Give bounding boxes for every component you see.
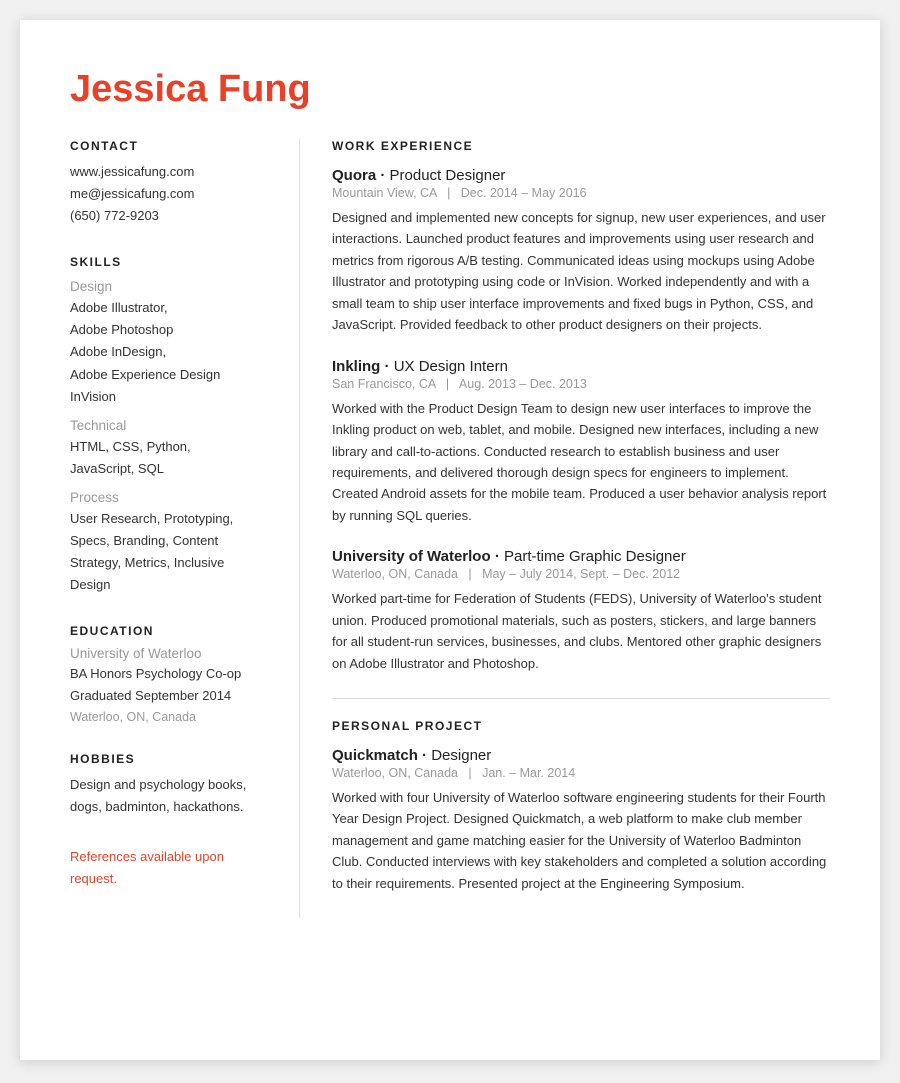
job-dot-3: · — [495, 548, 504, 565]
skills-section: SKILLS Design Adobe Illustrator,Adobe Ph… — [70, 255, 269, 596]
job-quora-role: Product Designer — [390, 167, 506, 184]
contact-phone: (650) 772-9203 — [70, 205, 269, 227]
job-inkling-desc: Worked with the Product Design Team to d… — [332, 398, 830, 527]
job-quickmatch-company: Quickmatch — [332, 747, 418, 764]
hobbies-title: HOBBIES — [70, 752, 269, 766]
left-column: CONTACT www.jessicafung.com me@jessicafu… — [70, 139, 300, 918]
resume-page: Jessica Fung CONTACT www.jessicafung.com… — [20, 20, 880, 1060]
job-uwaterloo: University of Waterloo · Part-time Graph… — [332, 548, 830, 674]
job-quickmatch-title: Quickmatch · Designer — [332, 747, 830, 764]
section-divider — [332, 698, 830, 699]
job-quora-title: Quora · Product Designer — [332, 167, 830, 184]
work-experience-section: WORK EXPERIENCE Quora · Product Designer… — [332, 139, 830, 674]
edu-degree: BA Honors Psychology Co-opGraduated Sept… — [70, 663, 269, 707]
edu-location: Waterloo, ON, Canada — [70, 710, 269, 724]
job-dot-1: · — [380, 167, 389, 184]
job-dot-2: · — [385, 358, 394, 375]
skill-process-list: User Research, Prototyping,Specs, Brandi… — [70, 508, 269, 596]
job-quora: Quora · Product Designer Mountain View, … — [332, 167, 830, 336]
contact-website: www.jessicafung.com — [70, 161, 269, 183]
skill-design-title: Design — [70, 279, 269, 294]
education-title: EDUCATION — [70, 624, 269, 638]
job-inkling-meta: San Francisco, CA | Aug. 2013 – Dec. 201… — [332, 377, 830, 391]
job-inkling-title: Inkling · UX Design Intern — [332, 358, 830, 375]
skill-technical-list: HTML, CSS, Python,JavaScript, SQL — [70, 436, 269, 480]
job-quickmatch-meta: Waterloo, ON, Canada | Jan. – Mar. 2014 — [332, 766, 830, 780]
job-quickmatch: Quickmatch · Designer Waterloo, ON, Cana… — [332, 747, 830, 894]
job-uwaterloo-title: University of Waterloo · Part-time Graph… — [332, 548, 830, 565]
job-quora-desc: Designed and implemented new concepts fo… — [332, 207, 830, 336]
job-uwaterloo-role: Part-time Graphic Designer — [504, 548, 686, 565]
skill-design-list: Adobe Illustrator,Adobe PhotoshopAdobe I… — [70, 297, 269, 407]
skill-process-title: Process — [70, 490, 269, 505]
education-section: EDUCATION University of Waterloo BA Hono… — [70, 624, 269, 723]
contact-email: me@jessicafung.com — [70, 183, 269, 205]
personal-project-title: PERSONAL PROJECT — [332, 719, 830, 733]
contact-section: CONTACT www.jessicafung.com me@jessicafu… — [70, 139, 269, 227]
work-experience-title: WORK EXPERIENCE — [332, 139, 830, 153]
skills-title: SKILLS — [70, 255, 269, 269]
job-quickmatch-role: Designer — [431, 747, 491, 764]
hobbies-section: HOBBIES Design and psychology books,dogs… — [70, 752, 269, 818]
personal-project-section: PERSONAL PROJECT Quickmatch · Designer W… — [332, 719, 830, 894]
contact-title: CONTACT — [70, 139, 269, 153]
resume-body: CONTACT www.jessicafung.com me@jessicafu… — [70, 139, 830, 918]
job-uwaterloo-meta: Waterloo, ON, Canada | May – July 2014, … — [332, 567, 830, 581]
references-text: References available uponrequest. — [70, 846, 269, 890]
job-dot-4: · — [422, 747, 431, 764]
job-inkling: Inkling · UX Design Intern San Francisco… — [332, 358, 830, 527]
job-uwaterloo-company: University of Waterloo — [332, 548, 491, 565]
edu-school: University of Waterloo — [70, 646, 269, 661]
job-quickmatch-desc: Worked with four University of Waterloo … — [332, 787, 830, 894]
resume-name: Jessica Fung — [70, 68, 830, 111]
job-inkling-role: UX Design Intern — [394, 358, 508, 375]
skill-technical-title: Technical — [70, 418, 269, 433]
job-inkling-company: Inkling — [332, 358, 380, 375]
job-uwaterloo-desc: Worked part-time for Federation of Stude… — [332, 588, 830, 674]
job-quora-company: Quora — [332, 167, 376, 184]
right-column: WORK EXPERIENCE Quora · Product Designer… — [300, 139, 830, 918]
job-quora-meta: Mountain View, CA | Dec. 2014 – May 2016 — [332, 186, 830, 200]
hobbies-text: Design and psychology books,dogs, badmin… — [70, 774, 269, 818]
